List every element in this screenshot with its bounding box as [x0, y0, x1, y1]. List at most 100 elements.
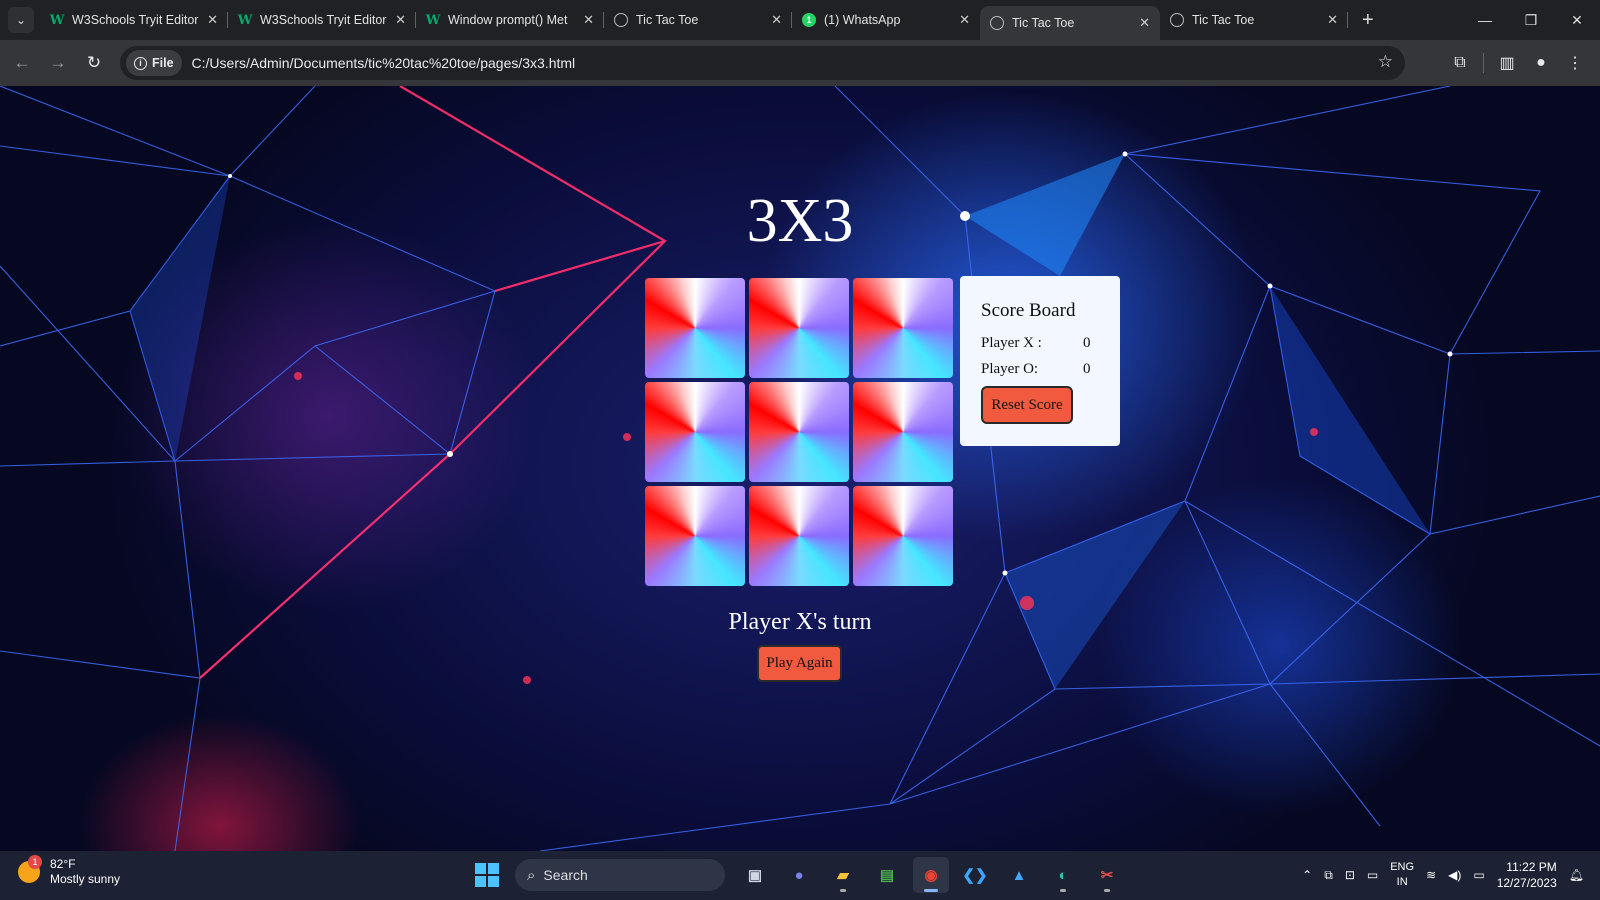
globe-icon [990, 16, 1004, 30]
clipboard-icon[interactable]: ⧉ [1324, 868, 1333, 883]
close-icon[interactable]: ✕ [1327, 12, 1338, 28]
board-cell-9[interactable] [853, 486, 953, 586]
tab-tic-tac-toe-active[interactable]: Tic Tac Toe ✕ [980, 6, 1160, 40]
vscode-icon[interactable]: ❮❯ [957, 857, 993, 893]
board-cell-5[interactable] [749, 382, 849, 482]
tab-w3schools-2[interactable]: W W3Schools Tryit Editor ✕ [228, 0, 416, 40]
tab-tic-tac-toe-3[interactable]: Tic Tac Toe ✕ [1160, 0, 1348, 40]
photos-icon[interactable]: ▲ [1001, 857, 1037, 893]
player-o-label: Player O: [981, 360, 1039, 377]
tab-title: Tic Tac Toe [636, 13, 699, 27]
windows-taskbar: 1 82°F Mostly sunny ⌕ Search ▣ ● ▰ ▤ ◉ ❮… [0, 851, 1600, 900]
tab-title: Tic Tac Toe [1012, 16, 1075, 30]
lang-code: ENG [1390, 861, 1415, 873]
close-window-icon[interactable]: ✕ [1554, 0, 1600, 40]
taskbar-search[interactable]: ⌕ Search [515, 859, 725, 891]
player-o-score: 0 [1083, 360, 1091, 377]
board-cell-4[interactable] [645, 382, 745, 482]
tab-title: Window prompt() Met [448, 13, 568, 27]
taskbar-apps: ⌕ Search ▣ ● ▰ ▤ ◉ ❮❯ ▲ ◐ ✂ [475, 857, 1129, 893]
close-icon[interactable]: ✕ [583, 12, 594, 28]
toolbar-divider [1483, 53, 1484, 73]
close-icon[interactable]: ✕ [207, 12, 218, 28]
restore-icon[interactable]: ❐ [1508, 0, 1554, 40]
reload-button[interactable]: ↻ [76, 45, 112, 81]
weather-desc: Mostly sunny [50, 872, 121, 886]
sun-icon: 1 [18, 855, 42, 883]
globe-icon [614, 13, 628, 27]
tab-w3schools-1[interactable]: W W3Schools Tryit Editor ✕ [40, 0, 228, 40]
score-board-title: Score Board [981, 300, 1076, 321]
player-o-score-row: Player O: 0 [981, 356, 1120, 382]
chrome-icon[interactable]: ◉ [913, 857, 949, 893]
board-cell-7[interactable] [645, 486, 745, 586]
extensions-icon[interactable]: ⧉ [1443, 46, 1477, 80]
notification-bell-icon[interactable]: 🔔︎ [1569, 868, 1584, 882]
profile-avatar-icon[interactable]: ● [1524, 46, 1558, 80]
weather-widget[interactable]: 1 82°F Mostly sunny [18, 855, 121, 887]
turn-status: Player X's turn [728, 609, 872, 635]
teams-chat-icon[interactable]: ● [781, 857, 817, 893]
board-cell-8[interactable] [749, 486, 849, 586]
weather-badge: 1 [28, 855, 42, 869]
player-x-score-row: Player X : 0 [981, 330, 1120, 356]
tab-title: W3Schools Tryit Editor [72, 13, 199, 27]
page-content: 3X3 Score Board Player X : 0 Player O: 0… [0, 86, 1600, 851]
clock-time: 11:22 PM [1506, 860, 1557, 874]
whatsapp-icon: 1 [802, 13, 816, 27]
chevron-down-icon: ⌄ [15, 13, 27, 27]
window-controls: — ❐ ✕ [1462, 0, 1600, 40]
notepad-plus-icon[interactable]: ▤ [869, 857, 905, 893]
chip-label: File [152, 56, 174, 70]
w3schools-icon: W [237, 12, 253, 28]
score-board: Score Board Player X : 0 Player O: 0 Res… [960, 276, 1120, 446]
reset-score-button[interactable]: Reset Score [981, 386, 1073, 424]
side-panel-icon[interactable]: ▥ [1490, 46, 1524, 80]
play-again-button[interactable]: Play Again [757, 645, 842, 682]
game-board [645, 278, 953, 586]
clock[interactable]: 11:22 PM 12/27/2023 [1497, 859, 1557, 891]
snipping-tool-icon[interactable]: ✂ [1089, 857, 1125, 893]
board-cell-6[interactable] [853, 382, 953, 482]
wifi-icon[interactable]: ≋ [1426, 868, 1436, 882]
site-info-chip[interactable]: i File [126, 50, 182, 76]
start-button[interactable] [475, 863, 499, 887]
tab-window-prompt[interactable]: W Window prompt() Met ✕ [416, 0, 604, 40]
player-x-label: Player X : [981, 334, 1042, 351]
tab-whatsapp[interactable]: 1 (1) WhatsApp ✕ [792, 0, 980, 40]
forward-button[interactable]: → [40, 45, 76, 81]
player-x-score: 0 [1083, 334, 1091, 351]
display-icon[interactable]: ▭ [1367, 868, 1378, 882]
close-icon[interactable]: ✕ [395, 12, 406, 28]
lang-region: IN [1396, 876, 1408, 888]
bookmark-star-icon[interactable]: ☆ [1378, 52, 1393, 72]
volume-icon[interactable]: ◀) [1448, 868, 1461, 882]
language-indicator[interactable]: ENG IN [1390, 860, 1414, 890]
back-button[interactable]: ← [4, 45, 40, 81]
tab-tic-tac-toe-1[interactable]: Tic Tac Toe ✕ [604, 0, 792, 40]
battery-icon[interactable]: ▭ [1473, 868, 1484, 882]
file-explorer-icon[interactable]: ▰ [825, 857, 861, 893]
meet-icon[interactable]: ⊡ [1345, 868, 1355, 882]
w3schools-icon: W [49, 12, 65, 28]
task-view-icon[interactable]: ▣ [737, 857, 773, 893]
board-cell-1[interactable] [645, 278, 745, 378]
tab-search-button[interactable]: ⌄ [8, 7, 34, 33]
address-bar[interactable]: i File C:/Users/Admin/Documents/tic%20ta… [120, 46, 1405, 80]
chevron-up-icon[interactable]: ⌃ [1302, 868, 1312, 882]
edge-icon[interactable]: ◐ [1045, 857, 1081, 893]
tab-title: W3Schools Tryit Editor [260, 13, 387, 27]
close-icon[interactable]: ✕ [959, 12, 970, 28]
board-cell-3[interactable] [853, 278, 953, 378]
url-text[interactable]: C:/Users/Admin/Documents/tic%20tac%20toe… [192, 55, 576, 71]
minimize-icon[interactable]: — [1462, 0, 1508, 40]
close-icon[interactable]: ✕ [1139, 15, 1150, 31]
close-icon[interactable]: ✕ [771, 12, 782, 28]
clock-date: 12/27/2023 [1496, 876, 1557, 890]
browser-toolbar: ← → ↻ i File C:/Users/Admin/Documents/ti… [0, 40, 1600, 86]
w3schools-icon: W [425, 12, 441, 28]
new-tab-button[interactable]: + [1362, 9, 1374, 32]
search-icon: ⌕ [527, 866, 536, 884]
board-cell-2[interactable] [749, 278, 849, 378]
more-menu-icon[interactable]: ⋮ [1558, 46, 1592, 80]
